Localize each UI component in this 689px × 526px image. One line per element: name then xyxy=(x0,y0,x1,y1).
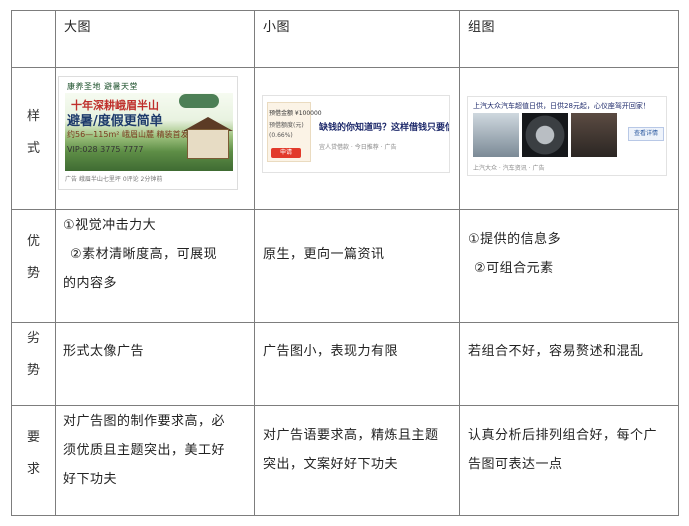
pros-big-line2: ②素材清晰度高，可展现 xyxy=(70,247,218,262)
car-wheel-image xyxy=(522,113,568,157)
small-ad-footer: 宜人贷借款 · 今日推荐 · 广告 xyxy=(319,144,397,151)
req-group-line2: 告图可表达一点 xyxy=(468,457,563,472)
car-exterior-image xyxy=(473,113,519,157)
small-ad-left-line2: 预借额度(元) xyxy=(269,122,304,129)
group-ad-footer: 上汽大众 · 汽车资讯 · 广告 xyxy=(473,165,545,172)
small-ad-left-line1: 预借金额 ¥100000 xyxy=(269,110,322,117)
big-ad-line2: 避暑/度假更简单 xyxy=(67,114,163,129)
brand-logo xyxy=(179,94,219,108)
pros-big-line1: ①视觉冲击力大 xyxy=(63,218,157,233)
big-ad-line3: 约56—115m² 峨眉山麓 精装首发 xyxy=(67,130,189,139)
small-image-ad-sample: 预借金额 ¥100000 预借额度(元) (0.66%) 申请 缺钱的你知道吗？… xyxy=(262,95,450,173)
req-big-line3: 好下功夫 xyxy=(63,472,118,487)
req-big-line1: 对广告图的制作要求高，必 xyxy=(63,414,226,429)
row-label-requirements: 要 求 xyxy=(26,430,40,477)
row-label-cons: 劣 势 xyxy=(26,331,40,378)
house-image xyxy=(187,129,229,159)
row-divider xyxy=(12,67,678,68)
header-big-image: 大图 xyxy=(64,20,92,35)
small-ad-title: 缺钱的你知道吗？这样借钱只要信用卡就行 xyxy=(319,123,449,133)
row-divider xyxy=(12,209,678,210)
group-ad-title: 上汽大众汽车超值日供，日供28元起，心仪座驾开回家！ xyxy=(473,102,650,110)
cons-big: 形式太像广告 xyxy=(63,344,145,359)
view-details-button: 查看详情 xyxy=(628,127,664,141)
cons-group: 若组合不好，容易赘述和混乱 xyxy=(468,344,644,359)
row-divider xyxy=(12,322,678,323)
row-label-pros: 优 势 xyxy=(26,234,40,281)
car-interior-image xyxy=(571,113,617,157)
req-small-line2: 突出，文案好好下功夫 xyxy=(263,457,399,472)
pros-small-line1: 原生，更向一篇资讯 xyxy=(263,247,385,262)
big-image-ad-sample: 康养圣地 避暑天堂 十年深耕峨眉半山 避暑/度假更简单 约56—115m² 峨眉… xyxy=(58,76,238,190)
big-ad-line4: VIP:028 3775 7777 xyxy=(67,145,144,154)
req-big-line2: 须优质且主题突出，美工好 xyxy=(63,443,226,458)
req-small-line1: 对广告语要求高，精炼且主题 xyxy=(263,428,439,443)
pros-group-line2: ②可组合元素 xyxy=(474,261,554,276)
req-group-line1: 认真分析后排列组合好，每个广 xyxy=(468,428,658,443)
pros-big-line3: 的内容多 xyxy=(63,276,118,291)
cons-small: 广告图小，表现力有限 xyxy=(263,344,399,359)
apply-button: 申请 xyxy=(271,148,301,158)
group-image-ad-sample: 上汽大众汽车超值日供，日供28元起，心仪座驾开回家！ 查看详情 上汽大众 · 汽… xyxy=(467,96,667,176)
row-divider xyxy=(12,405,678,406)
header-group-image: 组图 xyxy=(468,20,496,35)
big-ad-footer: 广告 峨眉半山七里坪 0评论 2分钟前 xyxy=(65,176,163,183)
small-ad-left-line3: (0.66%) xyxy=(269,132,293,139)
pros-group-line1: ①提供的信息多 xyxy=(468,232,562,247)
row-label-style: 样 式 xyxy=(26,109,40,156)
header-small-image: 小图 xyxy=(263,20,291,35)
big-ad-header: 康养圣地 避暑天堂 xyxy=(67,82,139,91)
